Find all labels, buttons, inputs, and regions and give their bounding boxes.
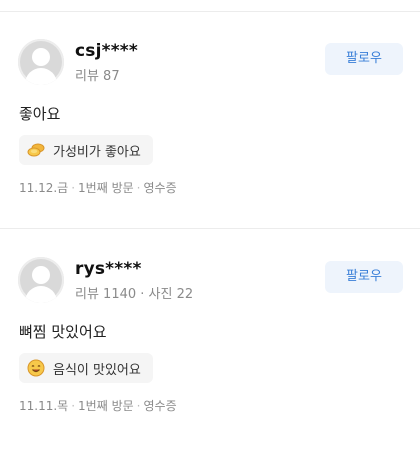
keyword-chip: 음식이 맛있어요 [19, 353, 153, 383]
avatar-body-shape [25, 286, 57, 303]
top-divider [0, 11, 420, 12]
username[interactable]: csj**** [75, 41, 138, 61]
reviewer-stats: 리뷰 87 [75, 69, 120, 84]
review-text: 좋아요 [19, 105, 61, 123]
visit-date: 11.11.목 [19, 399, 69, 413]
review-divider [0, 228, 420, 229]
avatar[interactable] [18, 257, 64, 303]
visit-info: 11.11.목 · 1번째 방문 · 영수증 [19, 397, 177, 414]
visit-date: 11.12.금 [19, 181, 69, 195]
dot-separator: · [136, 399, 141, 413]
username[interactable]: rys**** [75, 259, 142, 279]
follow-button[interactable]: 팔로우 [325, 261, 403, 293]
review-text: 뼈찜 맛있어요 [19, 323, 107, 341]
avatar-body-shape [25, 68, 57, 85]
dot-separator: · [71, 399, 76, 413]
review-item: rys**** 리뷰 1140 · 사진 22 팔로우 뼈찜 맛있어요 음식이 … [0, 257, 420, 475]
yum-face-icon [27, 359, 45, 377]
reviewer-stats: 리뷰 1140 · 사진 22 [75, 287, 194, 302]
coin-icon [27, 141, 45, 159]
review-item: csj**** 리뷰 87 팔로우 좋아요 가성비가 좋아요 11.12.금 · 1… [0, 39, 420, 257]
avatar-head-shape [32, 266, 50, 284]
visit-info: 11.12.금 · 1번째 방문 · 영수증 [19, 179, 177, 196]
visit-count: 1번째 방문 [78, 181, 134, 195]
dot-separator: · [71, 181, 76, 195]
avatar[interactable] [18, 39, 64, 85]
dot-separator: · [136, 181, 141, 195]
chip-label: 가성비가 좋아요 [53, 144, 141, 160]
avatar-head-shape [32, 48, 50, 66]
receipt-label: 영수증 [143, 181, 177, 195]
keyword-chip: 가성비가 좋아요 [19, 135, 153, 165]
visit-count: 1번째 방문 [78, 399, 134, 413]
follow-button[interactable]: 팔로우 [325, 43, 403, 75]
chip-label: 음식이 맛있어요 [53, 362, 141, 378]
receipt-label: 영수증 [143, 399, 177, 413]
